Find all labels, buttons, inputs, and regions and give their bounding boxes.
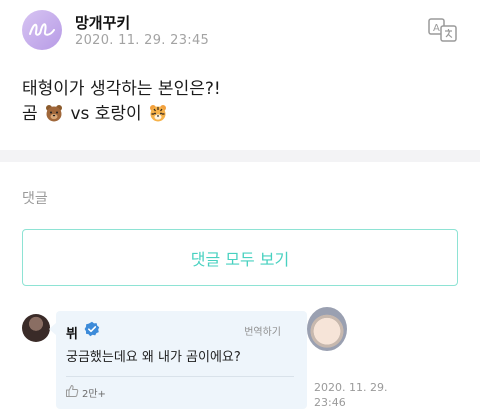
- comment-text: 궁금했는데요 왜 내가 곰이에요?: [66, 350, 241, 365]
- post-line-1: 태형이가 생각하는 본인은?!: [22, 79, 221, 99]
- tiger-emoji-icon: [150, 105, 167, 122]
- comment-bubble: 뷔 번역하기 궁금했는데요 왜 내가 곰이에요? 2만+: [49, 311, 307, 409]
- like-count: 2만+: [82, 389, 106, 400]
- bear-emoji-icon: [46, 105, 63, 122]
- post-timestamp: 2020. 11. 29. 23:45: [75, 33, 210, 48]
- section-divider: [0, 150, 480, 162]
- thumbs-up-icon[interactable]: [65, 384, 79, 398]
- author-name[interactable]: 망개꾸키: [75, 12, 130, 33]
- author-avatar[interactable]: [22, 10, 62, 50]
- comment-translate-link[interactable]: 번역하기: [244, 323, 281, 338]
- comment-timestamp: 2020. 11. 29. 23:46: [314, 381, 388, 409]
- comment-divider: [66, 376, 294, 377]
- post-header: 망개꾸키 2020. 11. 29. 23:45 A: [22, 8, 458, 50]
- comments-heading: 댓글: [22, 191, 48, 207]
- svg-text:A: A: [433, 23, 440, 34]
- comment-author[interactable]: 뷔: [66, 323, 78, 342]
- bubble-pointer: [49, 323, 56, 335]
- view-all-comments-button[interactable]: 댓글 모두 보기: [22, 229, 458, 286]
- post-line-2: 곰 vs 호랑이: [22, 102, 221, 127]
- avatar-logo-icon: [29, 23, 55, 36]
- post-content: 태형이가 생각하는 본인은?! 곰 vs 호랑이: [22, 77, 221, 127]
- verified-badge-icon: [84, 321, 100, 337]
- post-line-2-start: 곰: [22, 104, 38, 124]
- post-line-2-vs: vs 호랑이: [70, 104, 142, 124]
- translate-button[interactable]: A: [428, 16, 458, 44]
- translate-icon: A: [428, 18, 457, 42]
- artist-avatar-sticker: [307, 307, 347, 351]
- commenter-avatar[interactable]: [22, 314, 50, 342]
